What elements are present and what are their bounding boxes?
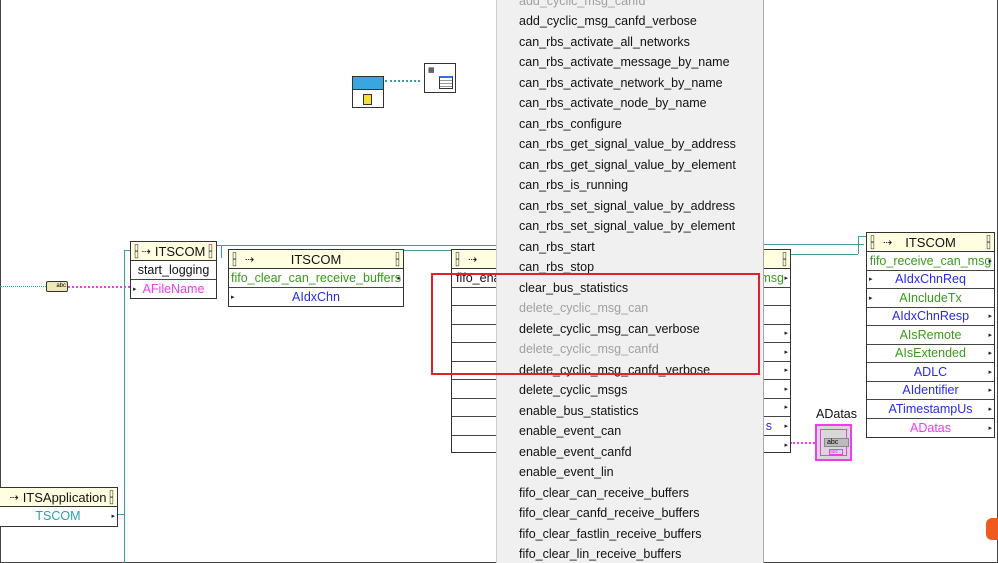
node-icon: ▯ ▯	[870, 233, 875, 250]
menu-item[interactable]: add_cyclic_msg_canfd_verbose	[519, 11, 697, 32]
warning-icon	[986, 518, 998, 540]
refnum-wire	[385, 80, 420, 82]
menu-item[interactable]: fifo_clear_canfd_receive_buffers	[519, 503, 699, 524]
property-row[interactable]: TSCOM ▸	[0, 507, 117, 526]
menu-item[interactable]: fifo_clear_lin_receive_buffers	[519, 544, 681, 563]
method-row[interactable]: fifo_receive_can_msg ▸	[867, 252, 994, 271]
param-row[interactable]: ADatas ▸	[867, 419, 994, 438]
param-row[interactable]: ▸ AIdxChn	[229, 288, 403, 307]
param-row[interactable]: AIsExtended ▸	[867, 345, 994, 363]
string-constant[interactable]: abc	[46, 281, 68, 292]
menu-item[interactable]: enable_bus_statistics	[519, 401, 639, 422]
menu-item[interactable]: enable_event_lin	[519, 462, 614, 483]
menu-item[interactable]: can_rbs_set_signal_value_by_address	[519, 196, 735, 217]
method-row[interactable]: start_logging	[131, 261, 216, 280]
refnum-wire	[216, 245, 496, 246]
string-indicator[interactable]: abc abc	[815, 424, 852, 461]
property-node-its-application[interactable]: ⇢ ITSApplication ▯ ▯ TSCOM ▸	[0, 487, 118, 527]
refnum-wire	[404, 250, 451, 251]
refnum-wire	[858, 236, 866, 237]
menu-item[interactable]: can_rbs_get_signal_value_by_element	[519, 155, 736, 176]
node-icon: ▯ ▯	[208, 242, 213, 259]
refnum-wire	[858, 236, 859, 254]
indicator-label: ADatas	[816, 407, 857, 421]
node-icon: ▯ ▯	[109, 488, 114, 505]
node-icon: ▯ ▯	[395, 250, 400, 267]
menu-item[interactable]: can_rbs_is_running	[519, 175, 628, 196]
node-icon: ▯ ▯	[134, 242, 139, 259]
menu-item[interactable]: can_rbs_activate_network_by_name	[519, 73, 723, 94]
param-row[interactable]: ADLC ▸	[867, 363, 994, 382]
menu-item[interactable]: fifo_clear_fastlin_receive_buffers	[519, 524, 702, 545]
table-vi-icon[interactable]: ▦	[424, 63, 456, 93]
refnum-wire	[790, 254, 858, 255]
menu-item[interactable]: can_rbs_start	[519, 237, 595, 258]
menu-item[interactable]: can_rbs_set_signal_value_by_element	[519, 216, 735, 237]
menu-item[interactable]: fifo_clear_can_receive_buffers	[519, 483, 689, 504]
menu-item[interactable]: can_rbs_activate_message_by_name	[519, 52, 730, 73]
param-row[interactable]: ▸ AIdxChnReq	[867, 271, 994, 289]
param-row[interactable]: ▸ AFileName	[131, 280, 216, 299]
param-row[interactable]: AIdxChnResp ▸	[867, 308, 994, 326]
string-wire	[68, 286, 130, 288]
param-row[interactable]: ▸ AIncludeTx	[867, 289, 994, 308]
node-icon: ▯ ▯	[986, 233, 991, 250]
menu-item[interactable]: can_rbs_get_signal_value_by_address	[519, 134, 736, 155]
refnum-wire	[118, 514, 125, 515]
refnum-wire	[124, 250, 125, 563]
param-row[interactable]: AIsRemote ▸	[867, 326, 994, 345]
param-row[interactable]: ATimestampUs ▸	[867, 400, 994, 419]
invoke-node-fifo-clear[interactable]: ▯ ▯ ⇢ ITSCOM ▯ ▯ fifo_clear_can_receive_buffe…	[228, 249, 404, 307]
menu-item[interactable]: can_rbs_activate_node_by_name	[519, 93, 707, 114]
node-icon: ▯ ▯	[232, 250, 237, 267]
menu-item[interactable]: delete_cyclic_msgs	[519, 380, 627, 401]
menu-item[interactable]: can_rbs_configure	[519, 114, 622, 135]
node-icon: ▯ ▯	[782, 250, 787, 267]
string-wire	[790, 442, 818, 444]
menu-item: add_cyclic_msg_canfd	[519, 0, 646, 8]
invoke-arrow-icon: ⇢	[883, 236, 893, 249]
refnum-wire	[221, 245, 222, 258]
invoke-node-start-logging[interactable]: ▯ ▯ ⇢ ITSCOM ▯ ▯ start_logging ▸ AFileName	[130, 241, 217, 299]
param-row[interactable]: AIdentifier ▸	[867, 382, 994, 400]
menu-item[interactable]: enable_event_can	[519, 421, 621, 442]
invoke-arrow-icon: ⇢	[245, 253, 255, 266]
menu-item[interactable]: enable_event_canfd	[519, 442, 632, 463]
highlight-box	[431, 273, 760, 375]
invoke-node-fifo-receive[interactable]: ▯ ▯ ⇢ ITSCOM ▯ ▯ fifo_receive_can_msg ▸ ▸ AIdxC…	[866, 232, 995, 438]
method-row[interactable]: fifo_clear_can_receive_buffers ▸	[229, 269, 403, 288]
file-dialog-vi-icon[interactable]	[352, 76, 384, 108]
refnum-wire	[0, 286, 50, 287]
menu-item[interactable]: can_rbs_activate_all_networks	[519, 32, 690, 53]
node-icon: ▯ ▯	[455, 250, 460, 267]
invoke-arrow-icon: ⇢	[141, 245, 151, 258]
invoke-arrow-icon: ⇢	[9, 491, 19, 504]
invoke-arrow-icon: ⇢	[468, 253, 478, 266]
refnum-wire	[764, 244, 864, 245]
